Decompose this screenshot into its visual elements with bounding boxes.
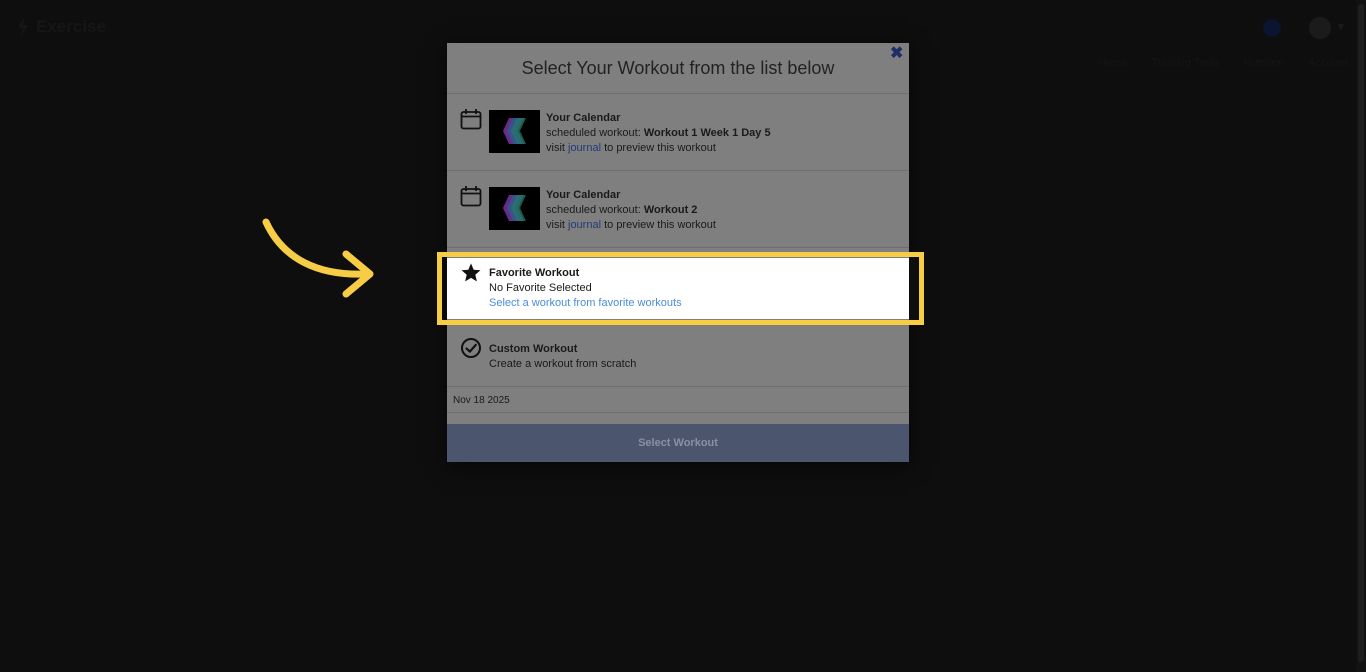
calendar-option-1[interactable]: Your Calendar scheduled workout: Workout… — [447, 94, 909, 171]
journal-link[interactable]: journal — [568, 219, 601, 231]
scheduled-label: scheduled workout: — [546, 127, 644, 139]
nav-item-nutrition[interactable]: Nutrition — [1243, 57, 1284, 69]
scrollbar[interactable] — [1356, 0, 1366, 672]
calendar-icon — [460, 186, 482, 207]
highlight-frame — [437, 252, 924, 325]
workout-thumbnail — [489, 187, 540, 230]
custom-option-text: Custom Workout Create a workout from scr… — [489, 342, 636, 372]
scrollbar-thumb[interactable] — [1358, 4, 1364, 662]
date-label: Nov 18 2025 — [447, 387, 909, 413]
option-title: Your Calendar — [546, 189, 621, 201]
workout-name: Workout 2 — [643, 204, 698, 216]
visit-suffix: to preview this workout — [601, 219, 716, 231]
select-workout-button[interactable]: Select Workout — [447, 424, 909, 462]
custom-subtitle: Create a workout from scratch — [489, 358, 637, 370]
scheduled-label: scheduled workout: — [546, 204, 644, 216]
workout-name: Workout 1 Week 1 Day 5 — [643, 127, 771, 139]
close-icon[interactable]: ✖ — [890, 46, 904, 62]
workout-thumbnail — [489, 110, 540, 153]
preview-line: visit journal to preview this workout — [546, 218, 716, 233]
arrow-annotation-icon — [262, 218, 374, 298]
calendar-option-text: Your Calendar scheduled workout: Workout… — [546, 188, 716, 233]
background-nav: Home Training Tools Nutrition Account — [1098, 57, 1348, 69]
brand[interactable]: Exercise — [16, 16, 106, 38]
scheduled-workout: scheduled workout: Workout 2 — [546, 203, 716, 218]
modal-title: Select Your Workout from the list below — [521, 57, 835, 78]
scheduled-workout: scheduled workout: Workout 1 Week 1 Day … — [546, 126, 771, 141]
brand-logo-icon — [18, 16, 28, 38]
brand-name: Exercise — [36, 17, 106, 36]
visit-prefix: visit — [546, 219, 568, 231]
visit-prefix: visit — [546, 142, 568, 154]
page: Exercise ▼ Home Training Tools Nutrition… — [0, 0, 1366, 672]
custom-workout-option[interactable]: Custom Workout Create a workout from scr… — [447, 325, 909, 387]
preview-line: visit journal to preview this workout — [546, 141, 771, 156]
calendar-option-text: Your Calendar scheduled workout: Workout… — [546, 111, 771, 156]
nav-item-training-tools[interactable]: Training Tools — [1151, 57, 1219, 69]
nav-item-home[interactable]: Home — [1098, 57, 1127, 69]
avatar[interactable] — [1309, 17, 1331, 39]
nav-item-account[interactable]: Account — [1308, 57, 1348, 69]
modal-header: Select Your Workout from the list below — [447, 43, 909, 94]
option-title: Custom Workout — [489, 343, 578, 355]
visit-suffix: to preview this workout — [601, 142, 716, 154]
chevron-down-icon[interactable]: ▼ — [1336, 22, 1346, 33]
notification-icon[interactable] — [1263, 19, 1281, 37]
calendar-option-2[interactable]: Your Calendar scheduled workout: Workout… — [447, 171, 909, 248]
option-title: Your Calendar — [546, 112, 621, 124]
check-circle-icon — [461, 338, 481, 358]
calendar-icon — [460, 109, 482, 130]
journal-link[interactable]: journal — [568, 142, 601, 154]
